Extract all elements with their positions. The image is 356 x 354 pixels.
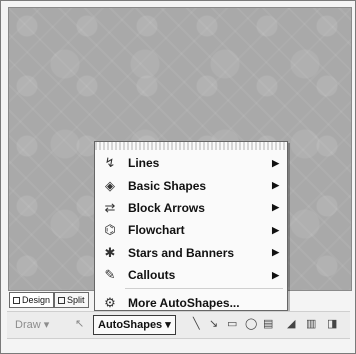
menu-item-label: Basic Shapes [128, 178, 207, 193]
diagram-icon[interactable]: ▥ [306, 317, 316, 330]
more-autoshapes-icon: ⚙ [104, 294, 116, 310]
menu-item-label: Stars and Banners [128, 245, 235, 260]
lines-icon: ↯ [104, 155, 116, 171]
callouts-icon: ✎ [104, 267, 116, 283]
autoshapes-button[interactable]: AutoShapes ▾ [93, 315, 176, 335]
menu-item-flowchart[interactable]: ⌬ Flowchart ▶ [95, 219, 287, 241]
flowchart-icon: ⌬ [104, 222, 116, 238]
wordart-icon[interactable]: ◢ [287, 317, 295, 330]
menu-item-label: Block Arrows [128, 200, 205, 215]
application-window: Design Split ↯ Lines ▶ ◈ Basic Shapes ▶ … [0, 0, 356, 354]
menu-separator [125, 288, 283, 290]
submenu-arrow-icon: ▶ [272, 157, 279, 168]
autoshapes-menu: ↯ Lines ▶ ◈ Basic Shapes ▶ ⇄ Block Arrow… [94, 141, 288, 311]
rectangle-icon[interactable]: ▭ [227, 317, 237, 330]
draw-button[interactable]: Draw ▾ [15, 316, 49, 334]
basic-shapes-icon: ◈ [105, 177, 115, 193]
submenu-arrow-icon: ▶ [272, 180, 279, 191]
autoshapes-menu-list: ↯ Lines ▶ ◈ Basic Shapes ▶ ⇄ Block Arrow… [95, 152, 287, 314]
arrow-icon[interactable]: ↘ [209, 317, 218, 330]
tab-split-label: Split [67, 295, 85, 305]
split-view-icon [58, 296, 66, 304]
menu-item-label: Callouts [128, 268, 176, 283]
view-tabs: Design Split [9, 292, 89, 308]
line-icon[interactable]: ╲ [193, 317, 200, 330]
menu-item-stars-and-banners[interactable]: ✱ Stars and Banners ▶ [95, 242, 287, 264]
stars-banners-icon: ✱ [104, 244, 116, 260]
oval-icon[interactable]: ◯ [245, 317, 257, 330]
clip-art-icon[interactable]: ◨ [327, 317, 337, 330]
submenu-arrow-icon: ▶ [272, 202, 279, 213]
submenu-arrow-icon: ▶ [272, 224, 279, 235]
menu-item-basic-shapes[interactable]: ◈ Basic Shapes ▶ [95, 174, 287, 196]
select-objects-icon[interactable]: ↖ [75, 317, 84, 330]
block-arrows-icon: ⇄ [104, 199, 116, 215]
menu-item-block-arrows[interactable]: ⇄ Block Arrows ▶ [95, 197, 287, 219]
text-box-icon[interactable]: ▤ [263, 317, 273, 330]
tab-split[interactable]: Split [54, 292, 89, 308]
menu-drag-handle[interactable] [95, 142, 287, 150]
menu-item-lines[interactable]: ↯ Lines ▶ [95, 152, 287, 174]
tab-design[interactable]: Design [9, 292, 55, 308]
menu-item-label: Lines [128, 156, 160, 171]
submenu-arrow-icon: ▶ [272, 247, 279, 258]
submenu-arrow-icon: ▶ [272, 269, 279, 280]
tab-design-label: Design [22, 295, 51, 305]
menu-item-label: More AutoShapes... [128, 295, 240, 310]
drawing-toolbar: Draw ▾ ↖ AutoShapes ▾ ╲ ↘ ▭ ◯ ▤ ◢ ▥ ◨ [7, 311, 350, 339]
menu-item-callouts[interactable]: ✎ Callouts ▶ [95, 264, 287, 286]
design-view-icon [13, 296, 20, 304]
menu-item-label: Flowchart [128, 223, 185, 238]
